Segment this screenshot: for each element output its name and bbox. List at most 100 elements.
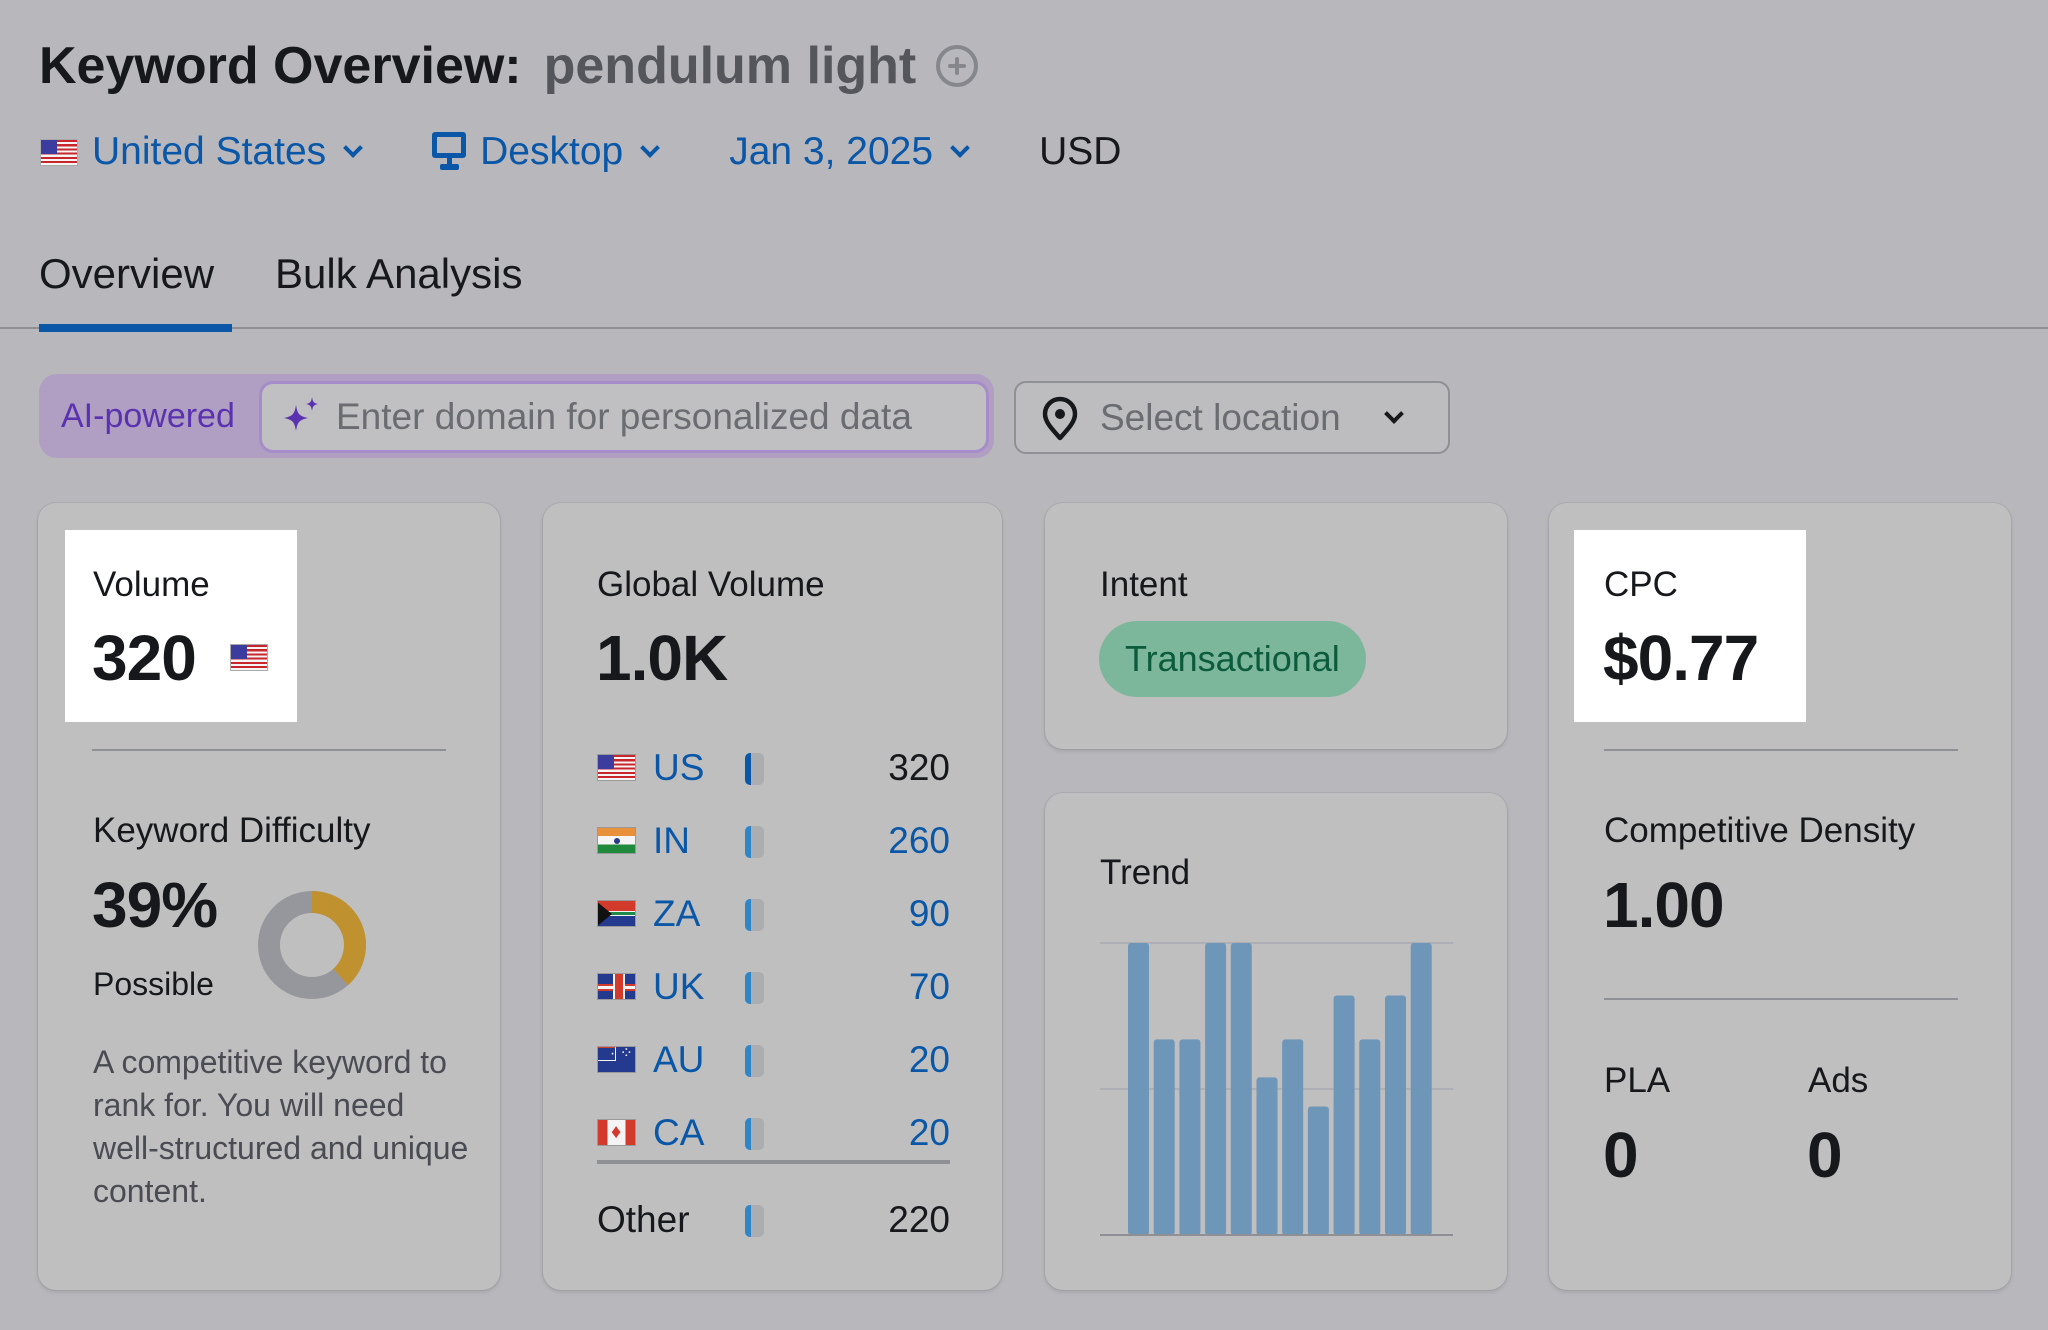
pla-value: 0 [1603,1119,1639,1191]
country-code[interactable]: UK [653,966,733,1008]
other-volume: 220 [888,1198,950,1240]
country-code[interactable]: IN [653,820,733,862]
competitive-density-label: Competitive Density [1604,811,1916,850]
country-volume: 320 [888,746,950,788]
trend-bar[interactable] [1359,1039,1381,1235]
share-bar [745,1118,764,1150]
canada-flag-icon [597,1119,636,1146]
tab-overview[interactable]: Overview [39,250,214,298]
volume-value: 320 [92,622,197,694]
country-code[interactable]: US [653,747,733,789]
cpc-label: CPC [1604,565,1678,604]
domain-input[interactable] [336,396,976,438]
trend-bar[interactable] [1385,995,1406,1235]
volume-card: Volume 320 Keyword Difficulty 39% Possib… [38,503,500,1290]
country-volume[interactable]: 260 [888,820,950,862]
divider [597,1160,950,1164]
trend-bar[interactable] [1256,1077,1278,1235]
cpc-card: CPC $0.77 Competitive Density 1.00 PLA 0… [1549,503,2011,1290]
keyword-difficulty-label: Keyword Difficulty [93,811,371,850]
keyword-difficulty-value: 39% [92,869,218,941]
page-title-prefix: Keyword Overview: [39,37,522,95]
chevron-down-icon [950,138,970,158]
domain-input-wrapper[interactable] [259,381,989,453]
share-bar-fill [745,1118,751,1150]
currency-label: USD [1039,130,1122,173]
share-bar [745,1205,764,1237]
share-bar [745,899,764,931]
other-label: Other [597,1198,690,1240]
country-volume[interactable]: 70 [909,966,950,1008]
share-bar-fill [745,972,751,1004]
trend-bar[interactable] [1410,943,1432,1235]
trend-bar[interactable] [1205,943,1227,1235]
trend-chart [1100,942,1453,1236]
pla-label: PLA [1604,1061,1671,1100]
country-row-us[interactable]: US 320 [597,731,950,804]
ai-powered-badge: AI-powered [61,397,235,435]
country-volume[interactable]: 20 [909,1112,950,1154]
divider [1604,749,1958,751]
trend-bar[interactable] [1128,943,1149,1235]
keyword-text: pendulum light [543,37,917,95]
tab-divider [0,327,2048,329]
plus-circle-icon[interactable] [936,45,979,87]
location-placeholder: Select location [1100,396,1341,438]
country-code[interactable]: ZA [653,893,733,935]
location-pin-icon [1042,396,1078,440]
country-row-za[interactable]: ZA 90 [597,877,950,950]
ads-label: Ads [1808,1061,1869,1100]
device-selector[interactable]: Desktop [432,130,661,174]
date-selector[interactable]: Jan 3, 2025 [729,130,970,174]
competitive-density-value: 1.00 [1603,869,1725,941]
global-volume-value: 1.0K [596,622,728,694]
ads-value: 0 [1807,1119,1843,1191]
page-title: Keyword Overview: pendulum light [39,36,979,96]
keyword-difficulty-description: A competitive keyword to rank for. You w… [93,1044,469,1209]
trend-bar[interactable] [1307,1106,1329,1235]
trend-bar[interactable] [1282,1039,1304,1235]
sparkle-icon [280,395,324,439]
cpc-value: $0.77 [1603,622,1759,694]
share-bar [745,972,764,1004]
trend-bar[interactable] [1179,1039,1201,1235]
share-bar-fill [745,899,751,931]
intent-label: Intent [1100,565,1188,604]
country-code[interactable]: AU [653,1039,733,1081]
country-selector[interactable]: United States [40,130,364,174]
active-tab-indicator [39,324,232,332]
country-row-ca[interactable]: CA 20 [597,1096,950,1169]
keyword-difficulty-level: Possible [93,966,214,1002]
australia-flag-icon [597,1046,636,1073]
trend-bar[interactable] [1333,995,1355,1235]
country-volume[interactable]: 20 [909,1039,950,1081]
tab-bar: Overview Bulk Analysis [0,240,2048,332]
country-code[interactable]: CA [653,1112,733,1154]
country-volume[interactable]: 90 [909,893,950,935]
trend-card: Trend [1045,793,1507,1290]
desktop-icon [432,132,467,172]
country-row-in[interactable]: IN 260 [597,804,950,877]
us-flag-icon [597,754,636,781]
ai-domain-search: AI-powered [39,374,994,458]
country-list: US 320 IN 260 ZA 90 UK 70 AU 20 [597,731,950,1169]
share-bar-fill [745,826,751,858]
divider [1604,998,1958,1000]
filter-bar: United States Desktop Jan 3, 2025 USD [40,126,1121,178]
share-bar-fill [745,1205,751,1237]
keyword-difficulty-donut [258,891,366,999]
country-row-uk[interactable]: UK 70 [597,950,950,1023]
chevron-down-icon [640,138,661,158]
us-flag-icon [230,644,268,671]
share-bar [745,1045,764,1077]
share-bar-fill [745,1045,751,1077]
intent-card: Intent Transactional [1045,503,1507,749]
uk-flag-icon [597,973,636,1000]
global-volume-label: Global Volume [597,565,825,604]
tab-bulk-analysis[interactable]: Bulk Analysis [275,250,522,298]
trend-bar[interactable] [1153,1039,1175,1235]
location-select[interactable]: Select location [1014,381,1450,454]
country-row-other: Other 220 [597,1183,950,1256]
trend-bar[interactable] [1230,943,1252,1235]
country-row-au[interactable]: AU 20 [597,1023,950,1096]
